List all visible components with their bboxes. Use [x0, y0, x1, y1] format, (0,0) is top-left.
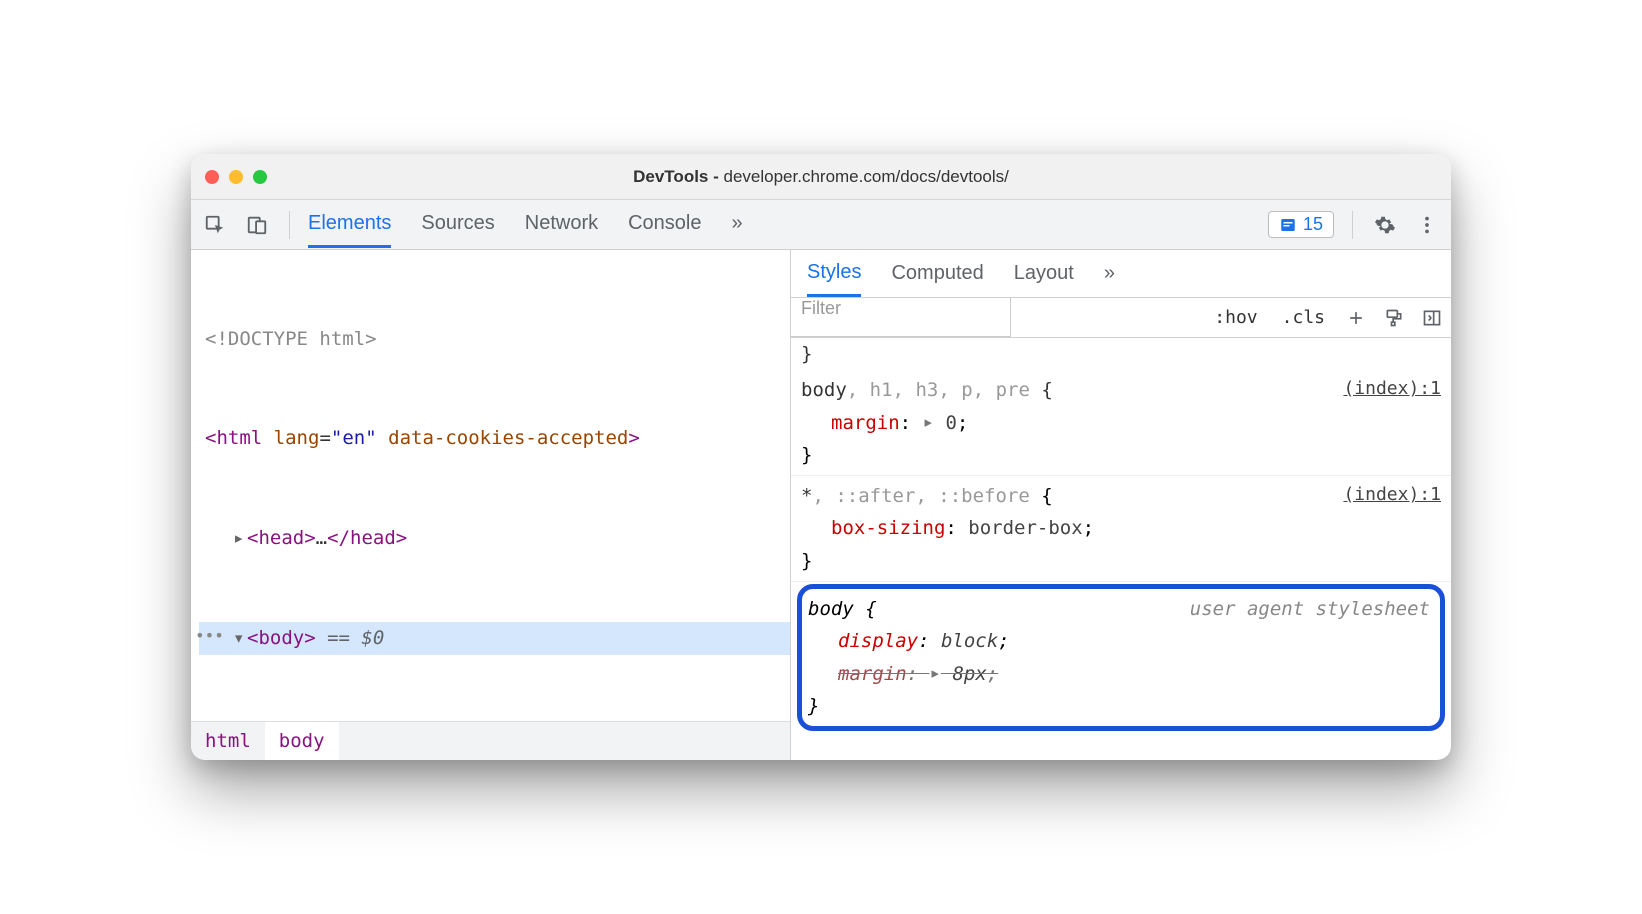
filter-input[interactable]: Filter	[791, 298, 1011, 337]
hov-toggle[interactable]: :hov	[1202, 307, 1269, 328]
cls-toggle[interactable]: .cls	[1270, 307, 1337, 328]
kebab-icon[interactable]	[1413, 211, 1441, 239]
rule-universal[interactable]: (index):1 *, ::after, ::before { box-siz…	[791, 476, 1451, 582]
tab-sources[interactable]: Sources	[421, 202, 494, 247]
rule-source-link[interactable]: (index):1	[1343, 374, 1441, 405]
more-tabs-icon[interactable]: »	[732, 202, 743, 247]
minimize-icon[interactable]	[229, 170, 243, 184]
breadcrumb: html body	[191, 721, 790, 760]
main-toolbar: Elements Sources Network Console » 15	[191, 200, 1451, 250]
elements-panel: <!DOCTYPE html> <html lang="en" data-coo…	[191, 250, 791, 760]
paint-icon[interactable]	[1381, 305, 1407, 331]
doctype-line: <!DOCTYPE html>	[199, 323, 790, 356]
traffic-lights	[205, 170, 267, 184]
user-agent-rule-highlighted[interactable]: user agent stylesheet body { display: bl…	[797, 584, 1445, 731]
sidebar-tabs: Styles Computed Layout »	[791, 250, 1451, 298]
body-line-selected[interactable]: •••▾<body> == $0	[199, 622, 790, 655]
tab-elements[interactable]: Elements	[308, 202, 391, 248]
crumb-html[interactable]: html	[191, 722, 265, 760]
tab-network[interactable]: Network	[525, 202, 598, 247]
more-tabs-icon[interactable]: »	[1104, 252, 1115, 295]
separator	[289, 211, 290, 239]
ua-source-label: user agent stylesheet	[1190, 593, 1430, 625]
window-title: DevTools - developer.chrome.com/docs/dev…	[191, 167, 1451, 187]
styles-sidebar: Styles Computed Layout » Filter :hov .cl…	[791, 250, 1451, 760]
crumb-body[interactable]: body	[265, 722, 339, 760]
fullscreen-icon[interactable]	[253, 170, 267, 184]
tab-layout[interactable]: Layout	[1014, 252, 1074, 295]
issues-count: 15	[1303, 214, 1323, 235]
filter-bar: Filter :hov .cls	[791, 298, 1451, 338]
issues-badge[interactable]: 15	[1268, 211, 1334, 238]
titlebar: DevTools - developer.chrome.com/docs/dev…	[191, 154, 1451, 200]
rule-body-group[interactable]: (index):1 body, h1, h3, p, pre { margin:…	[791, 370, 1451, 476]
devtools-window: DevTools - developer.chrome.com/docs/dev…	[191, 154, 1451, 760]
separator	[1352, 211, 1353, 239]
style-rules: } (index):1 body, h1, h3, p, pre { margi…	[791, 338, 1451, 760]
main-area: <!DOCTYPE html> <html lang="en" data-coo…	[191, 250, 1451, 760]
tab-console[interactable]: Console	[628, 202, 701, 247]
head-line[interactable]: ▸<head>…</head>	[199, 522, 790, 555]
tab-styles[interactable]: Styles	[807, 251, 861, 297]
inspect-icon[interactable]	[201, 211, 229, 239]
tab-computed[interactable]: Computed	[891, 252, 983, 295]
rule-source-link[interactable]: (index):1	[1343, 480, 1441, 511]
device-toggle-icon[interactable]	[243, 211, 271, 239]
close-icon[interactable]	[205, 170, 219, 184]
sidebar-toggle-icon[interactable]	[1419, 305, 1445, 331]
dom-tree[interactable]: <!DOCTYPE html> <html lang="en" data-coo…	[191, 250, 790, 721]
html-open-line[interactable]: <html lang="en" data-cookies-accepted>	[199, 422, 790, 455]
panel-tabs: Elements Sources Network Console »	[308, 202, 743, 247]
new-rule-icon[interactable]	[1343, 305, 1369, 331]
gear-icon[interactable]	[1371, 211, 1399, 239]
